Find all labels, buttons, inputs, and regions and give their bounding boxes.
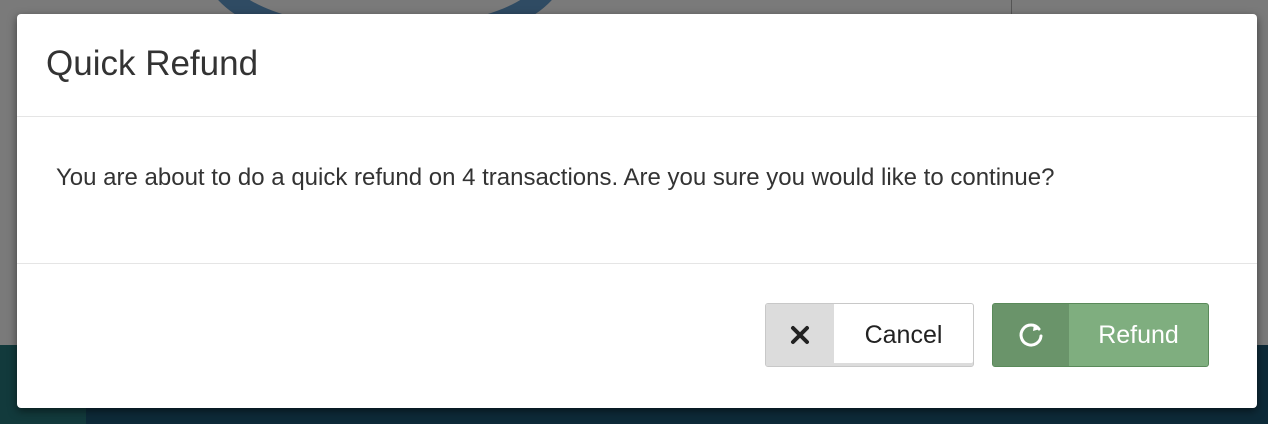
- dialog-body: You are about to do a quick refund on 4 …: [17, 117, 1257, 264]
- dialog-title: Quick Refund: [46, 44, 259, 83]
- cancel-button[interactable]: Cancel: [765, 303, 974, 367]
- quick-refund-dialog: Quick Refund You are about to do a quick…: [17, 14, 1257, 408]
- dialog-message: You are about to do a quick refund on 4 …: [56, 164, 1055, 191]
- refresh-icon: [993, 304, 1069, 366]
- refund-button-label: Refund: [1098, 320, 1179, 349]
- cancel-button-label: Cancel: [864, 320, 943, 349]
- dialog-header: Quick Refund: [17, 14, 1257, 117]
- dialog-footer: Cancel Refund: [17, 264, 1257, 407]
- refund-button[interactable]: Refund: [992, 303, 1209, 367]
- close-icon: [766, 304, 834, 366]
